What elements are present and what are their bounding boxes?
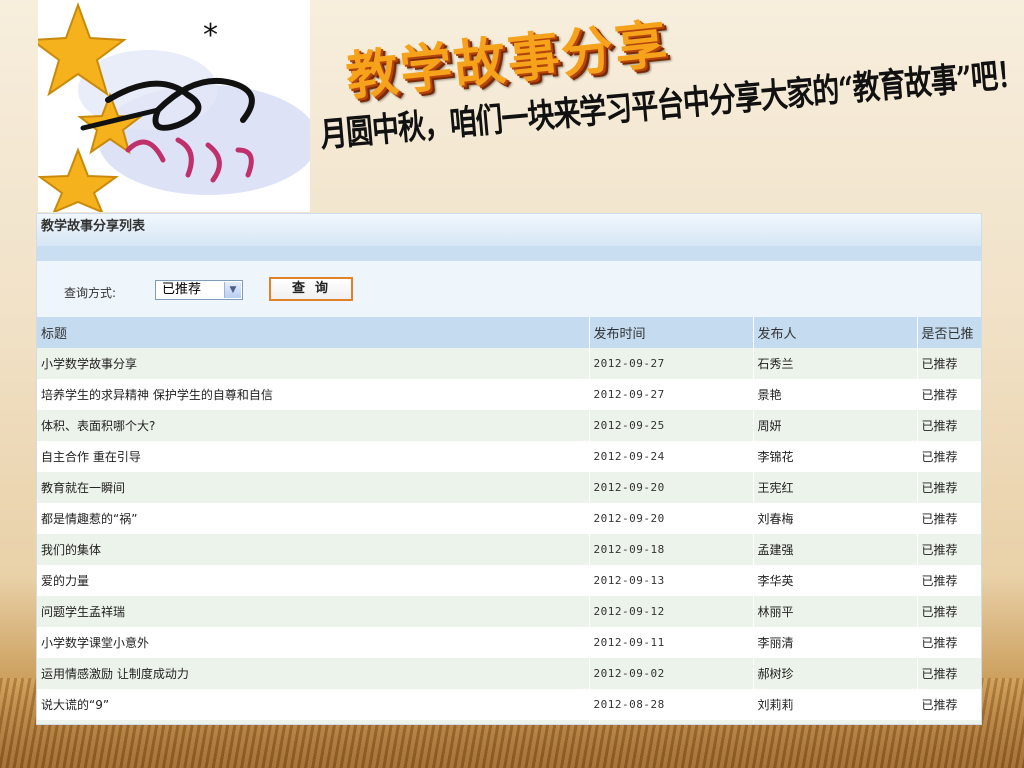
row-author: 李丽清 <box>753 627 918 658</box>
row-status: 已推荐 <box>917 565 981 596</box>
row-title-link[interactable]: 爱的力量 <box>37 565 590 596</box>
row-status: 已推荐 <box>917 503 981 534</box>
row-author: 李锦花 <box>753 441 918 472</box>
row-status: 已推荐 <box>917 720 981 724</box>
row-status: 已推荐 <box>917 534 981 565</box>
row-date: 2012-09-20 <box>589 472 754 503</box>
row-status: 已推荐 <box>917 379 981 410</box>
panel-band <box>37 246 981 261</box>
row-title-link[interactable]: 自主合作 重在引导 <box>37 441 590 472</box>
column-header-date[interactable]: 发布时间 <box>589 317 754 348</box>
table-row[interactable]: 自主合作 重在引导 2012-09-24 李锦花 已推荐 <box>37 441 981 472</box>
table-header-row: 标题 发布时间 发布人 是否已推 <box>37 317 981 348</box>
row-title-link[interactable]: 小学数学课堂小意外 <box>37 627 590 658</box>
row-author: 于海庆 <box>753 720 918 724</box>
table-row[interactable]: 培养学生的求异精神 保护学生的自尊和自信 2012-09-27 景艳 已推荐 <box>37 379 981 410</box>
table-row[interactable]: 都是情趣惹的“祸” 2012-09-20 刘春梅 已推荐 <box>37 503 981 534</box>
query-mode-value: 已推荐 <box>162 282 202 297</box>
row-status: 已推荐 <box>917 596 981 627</box>
table-row[interactable]: 小学数学课堂小意外 2012-09-11 李丽清 已推荐 <box>37 627 981 658</box>
column-header-status[interactable]: 是否已推 <box>917 317 981 348</box>
row-date: 2012-09-11 <box>589 627 754 658</box>
table-row[interactable]: 问题学生孟祥瑞 2012-09-12 林丽平 已推荐 <box>37 596 981 627</box>
row-title-link[interactable]: 小学数学故事分享 <box>37 348 590 379</box>
row-status: 已推荐 <box>917 441 981 472</box>
row-title-link[interactable]: 培养学生的求异精神 保护学生的自尊和自信 <box>37 379 590 410</box>
story-table: 标题 发布时间 发布人 是否已推 小学数学故事分享 2012-09-27 石秀兰 已推… <box>37 317 981 724</box>
row-date: 2012-09-20 <box>589 503 754 534</box>
row-title-link[interactable]: 教育就在一瞬间 <box>37 472 590 503</box>
row-title-link[interactable]: 在合作交流中体验成功。 <box>37 720 590 724</box>
table-row[interactable]: 体积、表面积哪个大? 2012-09-25 周妍 已推荐 <box>37 410 981 441</box>
row-status: 已推荐 <box>917 689 981 720</box>
row-date: 2012-09-27 <box>589 348 754 379</box>
logo: * <box>38 0 310 212</box>
row-date: 2012-09-25 <box>589 410 754 441</box>
panel-title: 教学故事分享列表 <box>37 214 981 246</box>
row-author: 林丽平 <box>753 596 918 627</box>
row-author: 郝树珍 <box>753 658 918 689</box>
chevron-down-icon[interactable]: ▼ <box>224 282 241 298</box>
row-status: 已推荐 <box>917 627 981 658</box>
row-author: 石秀兰 <box>753 348 918 379</box>
query-bar: 查询方式: 已推荐 ▼ 查询 <box>37 261 981 317</box>
row-author: 刘莉莉 <box>753 689 918 720</box>
query-button[interactable]: 查询 <box>269 277 353 301</box>
row-status: 已推荐 <box>917 348 981 379</box>
row-author: 周妍 <box>753 410 918 441</box>
row-author: 王宪红 <box>753 472 918 503</box>
table-row[interactable]: 在合作交流中体验成功。2012-08-21于海庆已推荐 <box>37 720 981 724</box>
row-title-link[interactable]: 运用情感激励 让制度成动力 <box>37 658 590 689</box>
row-title-link[interactable]: 都是情趣惹的“祸” <box>37 503 590 534</box>
row-date: 2012-09-24 <box>589 441 754 472</box>
row-title-link[interactable]: 体积、表面积哪个大? <box>37 410 590 441</box>
row-date: 2012-09-27 <box>589 379 754 410</box>
table-row[interactable]: 说大谎的“9” 2012-08-28 刘莉莉 已推荐 <box>37 689 981 720</box>
svg-text:*: * <box>203 18 218 53</box>
query-label: 查询方式: <box>64 286 117 300</box>
column-header-title[interactable]: 标题 <box>37 317 590 348</box>
column-header-author[interactable]: 发布人 <box>753 317 918 348</box>
table-row[interactable]: 爱的力量 2012-09-13 李华英 已推荐 <box>37 565 981 596</box>
query-mode-select[interactable]: 已推荐 ▼ <box>155 280 243 300</box>
row-author: 李华英 <box>753 565 918 596</box>
row-date: 2012-09-02 <box>589 658 754 689</box>
table-row[interactable]: 我们的集体 2012-09-18 孟建强 已推荐 <box>37 534 981 565</box>
row-date: 2012-08-28 <box>589 689 754 720</box>
table-row[interactable]: 教育就在一瞬间 2012-09-20 王宪红 已推荐 <box>37 472 981 503</box>
row-author: 孟建强 <box>753 534 918 565</box>
star-logo-icon: * <box>38 2 310 212</box>
table-row[interactable]: 运用情感激励 让制度成动力 2012-09-02 郝树珍 已推荐 <box>37 658 981 689</box>
row-title-link[interactable]: 问题学生孟祥瑞 <box>37 596 590 627</box>
row-status: 已推荐 <box>917 410 981 441</box>
row-date: 2012-09-12 <box>589 596 754 627</box>
story-list-panel: 教学故事分享列表 查询方式: 已推荐 ▼ 查询 标题 发布时间 发布人 是否已推… <box>36 213 982 725</box>
row-status: 已推荐 <box>917 472 981 503</box>
row-title-link[interactable]: 说大谎的“9” <box>37 689 590 720</box>
row-author: 景艳 <box>753 379 918 410</box>
row-date: 2012-09-18 <box>589 534 754 565</box>
row-date: 2012-09-13 <box>589 565 754 596</box>
row-status: 已推荐 <box>917 658 981 689</box>
row-date: 2012-08-21 <box>589 720 754 724</box>
row-author: 刘春梅 <box>753 503 918 534</box>
row-title-link[interactable]: 我们的集体 <box>37 534 590 565</box>
table-row[interactable]: 小学数学故事分享 2012-09-27 石秀兰 已推荐 <box>37 348 981 379</box>
